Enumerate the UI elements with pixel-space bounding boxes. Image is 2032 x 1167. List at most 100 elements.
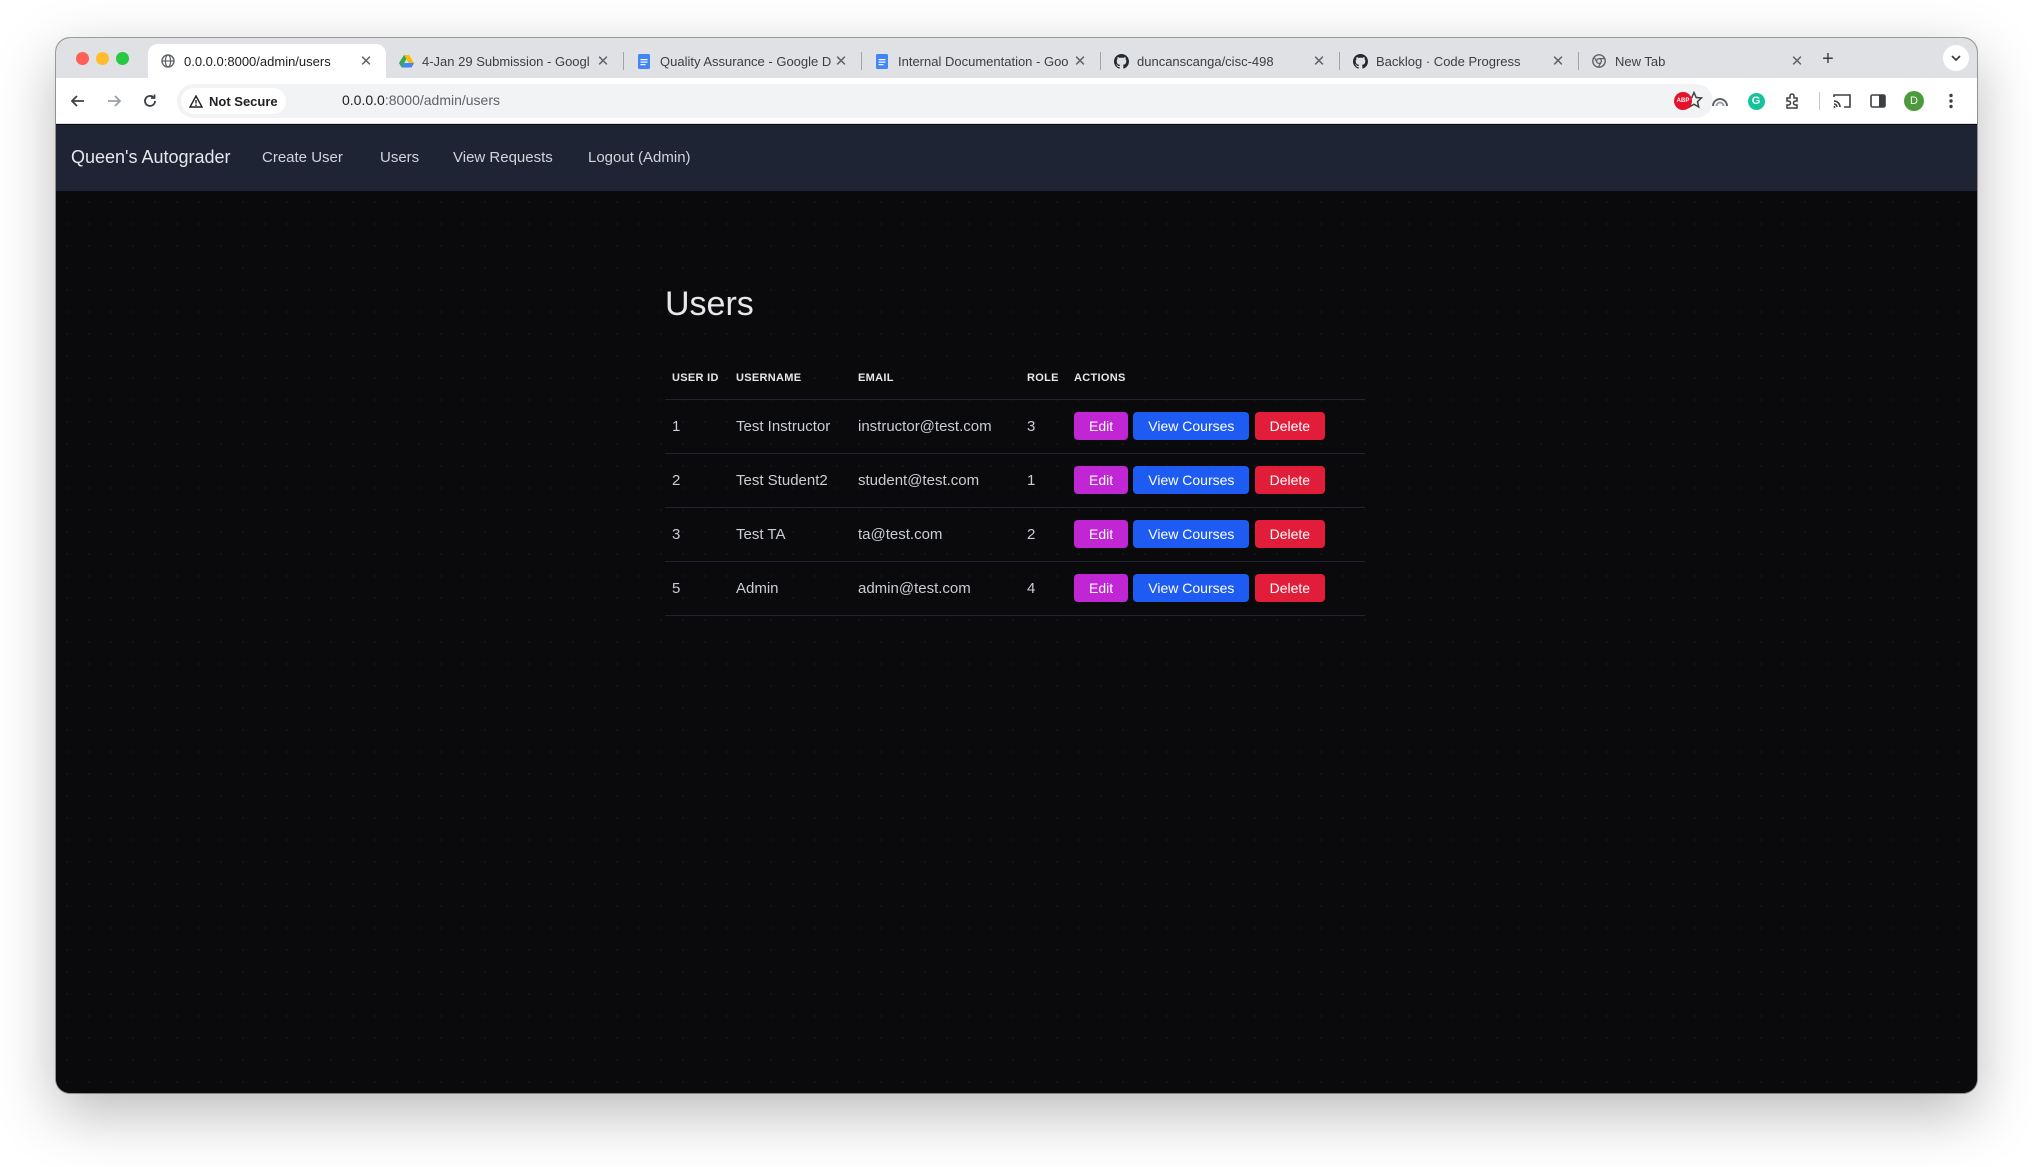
tab-close-icon[interactable]: ✕ — [1311, 52, 1327, 70]
view-courses-button[interactable]: View Courses — [1133, 574, 1250, 602]
tab-title: 0.0.0.0:8000/admin/users — [184, 53, 331, 69]
cast-icon[interactable] — [1832, 91, 1852, 111]
drive-icon — [398, 53, 414, 69]
tab-search-chevron-icon[interactable] — [1943, 45, 1969, 71]
top-navbar: Queen's Autograder Create User Users Vie… — [56, 125, 1977, 191]
header-email: EMAIL — [851, 357, 1020, 400]
tab-title: Backlog · Code Progress — [1376, 53, 1521, 69]
delete-button[interactable]: Delete — [1254, 412, 1326, 440]
cell-email: admin@test.com — [851, 561, 1020, 616]
browser-toolbar: Not Secure 0.0.0.0:8000/admin/users ABP … — [56, 78, 1977, 124]
cell-email: instructor@test.com — [851, 399, 1020, 454]
nav-create-user[interactable]: Create User — [262, 149, 343, 166]
tab-title: Internal Documentation - Goo — [898, 53, 1069, 69]
maximize-window-button[interactable] — [116, 52, 129, 65]
nav-view-requests[interactable]: View Requests — [453, 149, 553, 166]
view-courses-button[interactable]: View Courses — [1133, 520, 1250, 548]
puzzle-extensions-icon[interactable] — [1783, 91, 1803, 111]
grammarly-extension-icon[interactable]: G — [1746, 91, 1766, 111]
table-row: 5 Admin admin@test.com 4 Edit View Cours… — [665, 561, 1365, 616]
profile-avatar[interactable]: D — [1904, 91, 1924, 111]
cell-email: student@test.com — [851, 453, 1020, 508]
abp-badge: ABP — [1674, 92, 1692, 110]
github-icon — [1113, 53, 1129, 69]
cell-actions: Edit View Courses Delete — [1067, 507, 1365, 562]
cell-role: 3 — [1020, 399, 1067, 454]
cell-username: Test Student2 — [729, 453, 851, 508]
cell-actions: Edit View Courses Delete — [1067, 561, 1365, 616]
security-chip[interactable]: Not Secure — [181, 88, 286, 114]
brand-link[interactable]: Queen's Autograder — [71, 147, 231, 168]
security-chip-label: Not Secure — [209, 93, 278, 109]
main-content: Users USER ID USERNAME EMAIL ROLE ACTION… — [665, 285, 1365, 616]
tab-github-repo[interactable]: duncanscanga/cisc-498 ✕ — [1101, 44, 1339, 78]
adblock-extension-icon[interactable]: ABP — [1673, 91, 1693, 111]
tab-close-icon[interactable]: ✕ — [358, 52, 374, 70]
back-arrow-icon[interactable] — [68, 91, 88, 111]
tab-quality-assurance[interactable]: Quality Assurance - Google D ✕ — [624, 44, 861, 78]
profile-initial: D — [1904, 91, 1924, 111]
table-row: 2 Test Student2 student@test.com 1 Edit … — [665, 453, 1365, 508]
tab-backlog[interactable]: Backlog · Code Progress ✕ — [1340, 44, 1578, 78]
address-bar[interactable]: Not Secure 0.0.0.0:8000/admin/users — [177, 84, 1713, 118]
docs-icon — [874, 53, 890, 69]
tab-close-icon[interactable]: ✕ — [833, 52, 849, 70]
header-user-id: USER ID — [665, 357, 729, 400]
browser-window: 0.0.0.0:8000/admin/users ✕ 4-Jan 29 Subm… — [56, 38, 1977, 1093]
nav-logout[interactable]: Logout (Admin) — [588, 149, 691, 166]
url-path: :8000/admin/users — [384, 92, 501, 108]
cell-user-id: 5 — [665, 561, 729, 616]
tab-close-icon[interactable]: ✕ — [1789, 52, 1805, 70]
url-text: 0.0.0.0:8000/admin/users — [342, 92, 500, 108]
edit-button[interactable]: Edit — [1074, 574, 1129, 602]
cell-email: ta@test.com — [851, 507, 1020, 562]
cell-role: 2 — [1020, 507, 1067, 562]
tab-title: 4-Jan 29 Submission - Googl — [422, 53, 590, 69]
cell-username: Test TA — [729, 507, 851, 562]
edit-button[interactable]: Edit — [1074, 466, 1129, 494]
tab-strip: 0.0.0.0:8000/admin/users ✕ 4-Jan 29 Subm… — [56, 38, 1977, 78]
github-icon — [1352, 53, 1368, 69]
new-tab-plus-icon[interactable]: + — [1818, 48, 1838, 71]
delete-button[interactable]: Delete — [1254, 466, 1326, 494]
tab-close-icon[interactable]: ✕ — [1550, 52, 1566, 70]
header-role: ROLE — [1020, 357, 1067, 400]
cell-user-id: 3 — [665, 507, 729, 562]
cell-actions: Edit View Courses Delete — [1067, 453, 1365, 508]
forward-arrow-icon[interactable] — [104, 91, 124, 111]
view-courses-button[interactable]: View Courses — [1133, 412, 1250, 440]
nav-users[interactable]: Users — [380, 149, 419, 166]
edit-button[interactable]: Edit — [1074, 412, 1129, 440]
table-row: 3 Test TA ta@test.com 2 Edit View Course… — [665, 507, 1365, 562]
cell-username: Test Instructor — [729, 399, 851, 454]
table-header-row: USER ID USERNAME EMAIL ROLE ACTIONS — [665, 357, 1365, 400]
url-host: 0.0.0.0 — [342, 92, 385, 108]
minimize-window-button[interactable] — [96, 52, 109, 65]
tab-close-icon[interactable]: ✕ — [1072, 52, 1088, 70]
tab-title: New Tab — [1615, 53, 1666, 69]
tab-admin-users[interactable]: 0.0.0.0:8000/admin/users ✕ — [148, 44, 386, 78]
header-username: USERNAME — [729, 357, 851, 400]
users-table: USER ID USERNAME EMAIL ROLE ACTIONS 1 Te… — [665, 357, 1365, 616]
cell-username: Admin — [729, 561, 851, 616]
header-actions: ACTIONS — [1067, 357, 1365, 400]
tab-close-icon[interactable]: ✕ — [595, 52, 611, 70]
cell-role: 4 — [1020, 561, 1067, 616]
delete-button[interactable]: Delete — [1254, 574, 1326, 602]
kebab-menu-icon[interactable] — [1941, 91, 1961, 111]
rainbow-extension-icon[interactable] — [1710, 91, 1730, 111]
tab-internal-documentation[interactable]: Internal Documentation - Goo ✕ — [862, 44, 1100, 78]
edit-button[interactable]: Edit — [1074, 520, 1129, 548]
tab-new-tab[interactable]: New Tab ✕ — [1579, 44, 1817, 78]
reload-icon[interactable] — [140, 91, 160, 111]
view-courses-button[interactable]: View Courses — [1133, 466, 1250, 494]
delete-button[interactable]: Delete — [1254, 520, 1326, 548]
side-panel-icon[interactable] — [1868, 91, 1888, 111]
tab-jan29-submission[interactable]: 4-Jan 29 Submission - Googl ✕ — [386, 44, 623, 78]
close-window-button[interactable] — [76, 52, 89, 65]
chrome-icon — [1591, 53, 1607, 69]
toolbar-separator — [1819, 92, 1820, 110]
tab-title: duncanscanga/cisc-498 — [1137, 53, 1274, 69]
table-row: 1 Test Instructor instructor@test.com 3 … — [665, 399, 1365, 454]
cell-role: 1 — [1020, 453, 1067, 508]
